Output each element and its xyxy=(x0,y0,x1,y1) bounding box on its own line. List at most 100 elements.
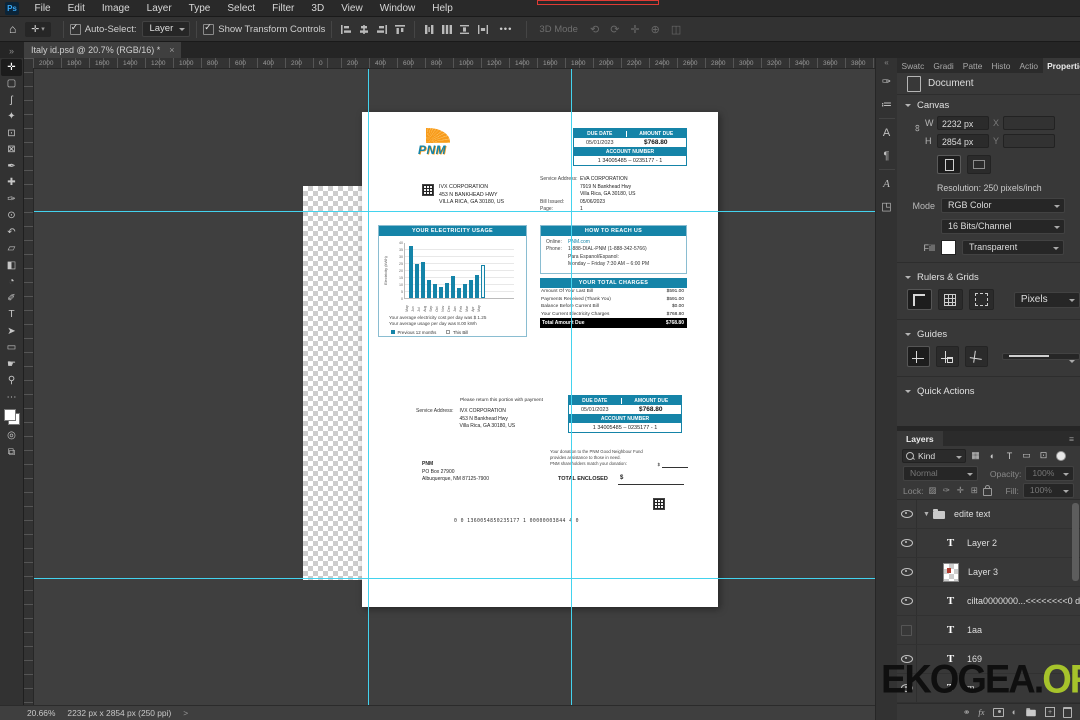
lock-pixels-icon[interactable]: ✑ xyxy=(941,485,951,496)
zoom-tool-icon[interactable]: ⚲ xyxy=(1,373,22,390)
width-field[interactable]: 2232 px xyxy=(937,116,989,130)
distribute-horizontal-icon[interactable] xyxy=(441,24,453,35)
layer-name[interactable]: edite text xyxy=(954,509,991,519)
align-right-icon[interactable] xyxy=(376,24,388,35)
layer-name[interactable]: cilta0000000...<<<<<<<<0 d xyxy=(967,596,1080,606)
layers-panel-menu-icon[interactable]: ≡ xyxy=(1063,431,1080,446)
text-layer-thumbnail[interactable]: T xyxy=(943,536,958,551)
align-center-horizontal-icon[interactable] xyxy=(358,24,370,35)
adjustment-layer-icon[interactable]: ◐ xyxy=(1012,707,1017,717)
tab-histo[interactable]: Histo xyxy=(987,58,1015,73)
color-mode-dropdown[interactable]: RGB Color xyxy=(941,198,1065,213)
image-layer-thumbnail[interactable] xyxy=(943,562,959,582)
edit-toolbar-tool-icon[interactable]: ⋯ xyxy=(1,389,22,406)
tab-swatc[interactable]: Swatc xyxy=(897,58,929,73)
group-expand-chevron[interactable]: ▼ xyxy=(923,511,930,518)
menu-item-window[interactable]: Window xyxy=(371,0,424,17)
layer-name[interactable]: Layer 2 xyxy=(967,538,997,548)
rectangle-tool-icon[interactable]: ▭ xyxy=(1,340,22,357)
fill-field[interactable]: 100% xyxy=(1022,483,1074,498)
guides-section-header[interactable]: Guides xyxy=(897,324,1080,343)
eyedropper-tool-icon[interactable]: ✒ xyxy=(1,158,22,175)
type-tool-icon[interactable]: T xyxy=(1,307,22,324)
crop-tool-icon[interactable]: ⊡ xyxy=(1,125,22,142)
brush-tool-icon[interactable]: ✑ xyxy=(1,191,22,208)
text-layer-thumbnail[interactable]: T xyxy=(943,623,958,638)
menu-item-layer[interactable]: Layer xyxy=(138,0,180,17)
quick-mask-tool-icon[interactable]: ◎ xyxy=(1,428,22,445)
move-tool-icon[interactable]: ✛ xyxy=(1,59,22,76)
tab-actio[interactable]: Actio xyxy=(1015,58,1043,73)
history-brush-tool-icon[interactable]: ↶ xyxy=(1,224,22,241)
toggle-pixel-grid-button[interactable] xyxy=(968,289,994,310)
move-tool-preset[interactable]: ✛ ▾ xyxy=(25,21,51,37)
zoom-level-field[interactable]: 20.66% xyxy=(27,708,55,718)
filter-shape-layers-icon[interactable]: ▭ xyxy=(1019,449,1034,462)
status-options-chevron[interactable]: > xyxy=(183,708,188,718)
toggle-rulers-button[interactable] xyxy=(907,289,932,310)
layer-row[interactable]: T Layer 2 xyxy=(897,529,1080,558)
gradient-tool-icon[interactable]: ◧ xyxy=(1,257,22,274)
canvas-section-header[interactable]: Canvas xyxy=(897,95,1080,114)
paragraph-panel-icon[interactable]: ¶ xyxy=(877,144,897,167)
add-mask-icon[interactable] xyxy=(992,707,1004,717)
rulers-grids-section-header[interactable]: Rulers & Grids xyxy=(897,267,1080,286)
menu-item-filter[interactable]: Filter xyxy=(264,0,303,17)
layer-row[interactable]: Layer 3 xyxy=(897,558,1080,587)
menu-item-3d[interactable]: 3D xyxy=(303,0,333,17)
menu-item-select[interactable]: Select xyxy=(219,0,264,17)
screen-mode-tool-icon[interactable]: ⧉ xyxy=(1,444,22,461)
visibility-eye-icon[interactable] xyxy=(897,587,917,615)
vertical-guide[interactable] xyxy=(571,68,572,705)
edit-guides-button[interactable] xyxy=(964,346,988,367)
document-page[interactable]: PNM DUE DATE AMOUNT DUE 05/01/2023 $768.… xyxy=(362,112,718,607)
tab-properties[interactable]: Properties xyxy=(1042,58,1080,73)
tool-presets-panel-icon[interactable]: ≔ xyxy=(877,93,897,116)
menu-item-help[interactable]: Help xyxy=(424,0,462,17)
canvas-pasteboard[interactable]: PNM DUE DATE AMOUNT DUE 05/01/2023 $768.… xyxy=(33,68,875,705)
hand-tool-icon[interactable]: ☛ xyxy=(1,356,22,373)
menu-item-type[interactable]: Type xyxy=(180,0,219,17)
filter-smart-objects-icon[interactable]: ⊡ xyxy=(1036,449,1051,462)
tab-overflow-chevron[interactable]: » xyxy=(0,46,24,58)
document-tab[interactable]: Italy id.psd @ 20.7% (RGB/16) * × xyxy=(24,42,182,58)
path-selection-tool-icon[interactable]: ➤ xyxy=(1,323,22,340)
align-left-icon[interactable] xyxy=(340,24,352,35)
layer-row[interactable]: Tcilta0000000...<<<<<<<<0 d xyxy=(897,587,1080,616)
layer-filter-toggle[interactable] xyxy=(1056,450,1066,461)
visibility-hidden-box[interactable] xyxy=(897,616,917,644)
menu-item-image[interactable]: Image xyxy=(93,0,138,17)
pen-tool-icon[interactable]: ✐ xyxy=(1,290,22,307)
vertical-ruler[interactable] xyxy=(24,58,34,705)
filter-kind-dropdown[interactable]: Kind xyxy=(902,448,966,463)
horizontal-ruler[interactable]: 2000 1800 1600 1400 1200 1000 800 600 400 200 0 200… xyxy=(33,58,875,69)
3d-panel-icon[interactable]: ◳ xyxy=(877,195,897,218)
visibility-eye-icon[interactable] xyxy=(897,529,917,557)
lock-transparency-icon[interactable]: ▨ xyxy=(928,485,938,496)
toggle-guides-button[interactable] xyxy=(907,346,930,367)
delete-layer-icon[interactable] xyxy=(1063,706,1072,718)
layer-row[interactable]: ▼ edite text xyxy=(897,500,1080,529)
layer-name[interactable]: Layer 3 xyxy=(968,567,998,577)
guide-style-dropdown[interactable] xyxy=(1001,353,1080,363)
lock-artboard-icon[interactable]: ⊞ xyxy=(969,485,979,496)
brush-settings-panel-icon[interactable]: ✑ xyxy=(877,70,897,93)
menu-item-view[interactable]: View xyxy=(333,0,372,17)
menu-item-file[interactable]: File xyxy=(26,0,59,17)
visibility-eye-icon[interactable] xyxy=(897,500,917,528)
tab-gradi[interactable]: Gradi xyxy=(929,58,958,73)
link-dimensions-icon[interactable]: ∞ xyxy=(912,124,923,140)
portrait-orientation-button[interactable] xyxy=(937,155,961,174)
layer-row[interactable]: T 1aa xyxy=(897,616,1080,645)
text-layer-thumbnail[interactable]: T xyxy=(943,594,958,609)
horizontal-guide[interactable] xyxy=(33,578,875,579)
layer-name[interactable]: 1aa xyxy=(967,625,982,635)
tab-patte[interactable]: Patte xyxy=(958,58,987,73)
visibility-eye-icon[interactable] xyxy=(897,558,917,586)
ruler-units-dropdown[interactable]: Pixels xyxy=(1013,291,1080,308)
frame-tool-icon[interactable]: ⊠ xyxy=(1,142,22,159)
blend-mode-dropdown[interactable]: Normal xyxy=(903,466,978,481)
opacity-field[interactable]: 100% xyxy=(1025,466,1074,481)
spot-healing-brush-tool-icon[interactable]: ✚ xyxy=(1,175,22,192)
eraser-tool-icon[interactable]: ▱ xyxy=(1,241,22,258)
